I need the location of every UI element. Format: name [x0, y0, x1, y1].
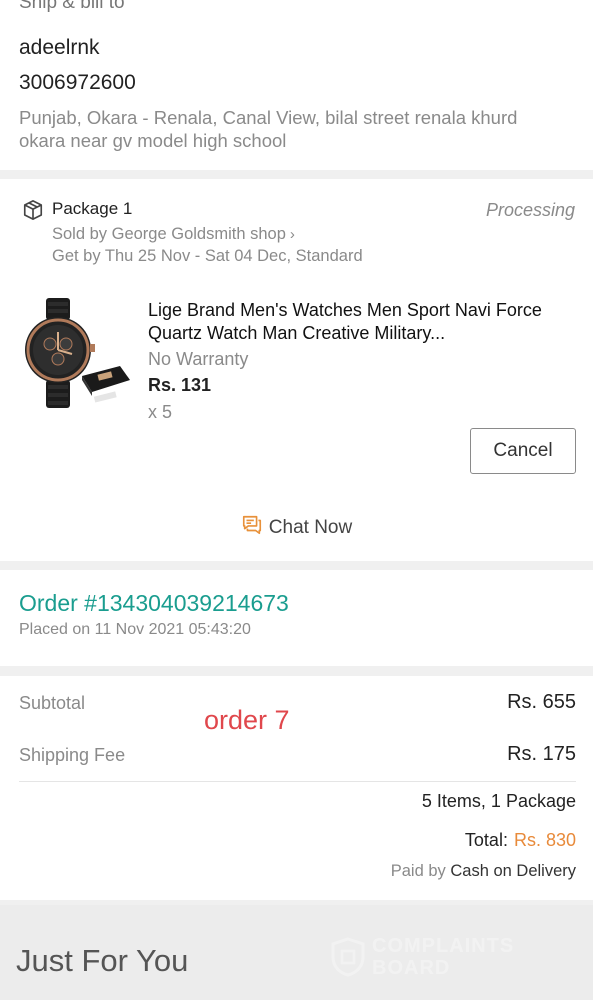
shipping-fee-label: Shipping Fee: [19, 745, 126, 765]
total-value: Rs. 830: [513, 830, 576, 850]
items-summary: 5 Items, 1 Package: [421, 791, 576, 811]
ship-bill-header: Ship & bill to: [19, 0, 125, 13]
chevron-right-icon: ›: [289, 226, 295, 243]
just-for-you-title: Just For You: [16, 943, 189, 978]
paid-by-label: Paid by: [390, 862, 446, 880]
just-for-you-section: Just For You COMPLAINTS BOARD: [0, 905, 593, 1000]
product-quantity: x 5: [148, 402, 173, 422]
shipping-fee-value: Rs. 175: [507, 743, 576, 765]
payment-method: Cash on Delivery: [450, 862, 576, 880]
package-status: Processing: [485, 200, 575, 220]
complaints-board-watermark: COMPLAINTS BOARD: [330, 935, 550, 983]
order-placed-date: Placed on 11 Nov 2021 05:43:20: [19, 621, 251, 638]
watermark-line1: COMPLAINTS: [372, 935, 515, 957]
package-box-icon: [23, 200, 43, 220]
recipient-name: adeelrnk: [19, 36, 100, 59]
product-price: Rs. 131: [148, 375, 212, 395]
subtotal-value: Rs. 655: [507, 691, 576, 713]
order-totals-section: Subtotal Rs. 655 order 7 Shipping Fee Rs…: [0, 676, 593, 900]
watermark-line2: BOARD: [372, 957, 451, 979]
product-image-watch[interactable]: [20, 296, 132, 411]
product-warranty: No Warranty: [148, 349, 249, 369]
order-number: Order #134304039214673: [19, 590, 289, 616]
seller-link[interactable]: Sold by George Goldsmith shop ›: [52, 225, 295, 244]
shield-logo-icon: [331, 937, 365, 977]
chat-now-label: Chat Now: [268, 517, 353, 538]
annotation-text: order 7: [204, 705, 290, 735]
recipient-address: Punjab, Okara - Renala, Canal View, bila…: [19, 107, 518, 151]
total-label: Total:: [464, 830, 508, 850]
payment-method-row: Paid by Cash on Delivery: [391, 862, 576, 881]
chat-icon: [242, 515, 261, 535]
subtotal-label: Subtotal: [19, 693, 86, 713]
order-info-section: Order #134304039214673 Placed on 11 Nov …: [0, 570, 593, 666]
delivery-estimate: Get by Thu 25 Nov - Sat 04 Dec, Standard: [52, 247, 363, 265]
package-section: Package 1 Processing Sold by George Gold…: [0, 179, 593, 561]
recipient-phone: 3006972600: [19, 71, 136, 94]
package-title: Package 1: [52, 199, 133, 218]
chat-now-button[interactable]: Chat Now: [0, 514, 593, 544]
ship-bill-section: Ship & bill to adeelrnk 3006972600 Punja…: [0, 0, 593, 170]
cancel-button[interactable]: Cancel: [470, 428, 576, 474]
product-title[interactable]: Lige Brand Men's Watches Men Sport Navi …: [148, 299, 568, 345]
seller-label: Sold by George Goldsmith shop: [52, 225, 286, 243]
totals-divider: [19, 781, 576, 782]
total-row: Total: Rs. 830: [465, 830, 576, 851]
